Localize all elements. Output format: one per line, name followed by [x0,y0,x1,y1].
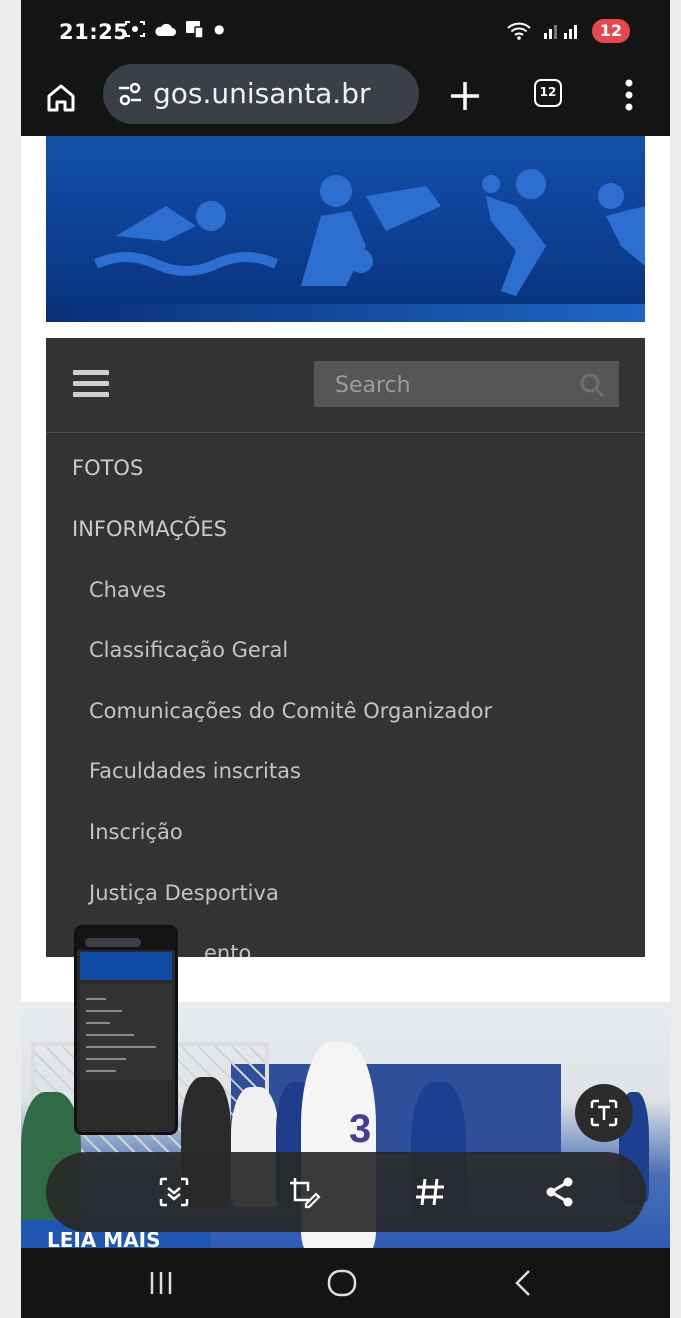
thumbnail-line [86,1034,134,1036]
thumbnail-toolbar [77,928,175,950]
hashtag-icon[interactable] [412,1174,448,1210]
url-text[interactable]: gos.unisanta.br [153,77,370,110]
thumbnail-menu [80,984,172,1080]
thumbnail-line [86,1010,122,1012]
menu-subitem-justica-desportiva[interactable]: Justiça Desportiva [89,881,279,905]
status-system-icons: 12 [506,19,630,43]
jersey-number: 3 [349,1107,372,1151]
menu-subitem-partial[interactable]: ento [204,941,251,957]
thumbnail-hero [80,952,172,980]
battery-badge: 12 [591,19,630,43]
status-notification-icons: ● [124,19,224,39]
menu-subitem-classificacao-geral[interactable]: Classificação Geral [89,638,288,662]
more-vert-icon[interactable] [621,78,637,112]
thumbnail-line [86,1022,110,1024]
text-extract-button[interactable] [575,1084,633,1142]
menu-item-informacoes[interactable]: INFORMAÇÕES [72,517,227,541]
thumbnail-line [86,1070,116,1072]
system-navigation-bar [21,1248,670,1318]
navigation-menu: FOTOS INFORMAÇÕES Chaves Classificação G… [46,338,645,957]
thumbnail-url [85,938,141,947]
status-bar: 21:25 ● 12 [21,0,670,62]
menu-subitem-chaves[interactable]: Chaves [89,578,166,602]
tune-icon[interactable] [117,82,143,106]
menu-subitem-inscricao[interactable]: Inscrição [89,820,183,844]
status-time: 21:25 [59,20,129,44]
draw-crop-icon[interactable] [286,1174,322,1210]
menu-divider [46,432,645,433]
menu-item-fotos[interactable]: FOTOS [72,456,143,480]
back-icon[interactable] [511,1268,535,1298]
home-nav-icon[interactable] [326,1268,358,1298]
cloud-icon [155,23,176,36]
hamburger-icon[interactable] [73,370,109,400]
device-icon [186,21,204,39]
menu-subitem-comunicacoes[interactable]: Comunicações do Comitê Organizador [89,699,492,723]
search-icon[interactable] [579,372,605,398]
screenshot-thumbnail[interactable] [74,925,178,1135]
recents-icon[interactable] [146,1268,176,1298]
search-box [314,361,619,409]
thumbnail-line [86,1046,156,1048]
thumbnail-line [86,998,106,1000]
address-bar[interactable]: gos.unisanta.br [103,64,419,124]
share-icon[interactable] [542,1174,578,1210]
thumbnail-line [86,1058,126,1060]
screen-record-icon [125,21,145,37]
search-input[interactable] [314,361,577,409]
wifi-icon [507,22,531,40]
phone-screen: 21:25 ● 12 gos.unisanta.br 12 Search FOT… [21,0,670,1318]
signal-icon [543,25,577,39]
sports-pictograms-image [93,169,645,296]
tab-switcher-button[interactable]: 12 [534,79,562,107]
hero-banner [46,136,645,322]
scroll-capture-icon[interactable] [156,1174,192,1210]
hero-stripe [46,304,645,322]
home-icon[interactable] [43,80,79,116]
notification-dot-icon: ● [214,22,225,36]
menu-subitem-faculdades-inscritas[interactable]: Faculdades inscritas [89,759,301,783]
text-extract-icon [590,1099,618,1127]
plus-icon[interactable] [445,76,485,116]
screenshot-toolbar [46,1152,646,1232]
browser-toolbar: gos.unisanta.br 12 [21,62,670,136]
